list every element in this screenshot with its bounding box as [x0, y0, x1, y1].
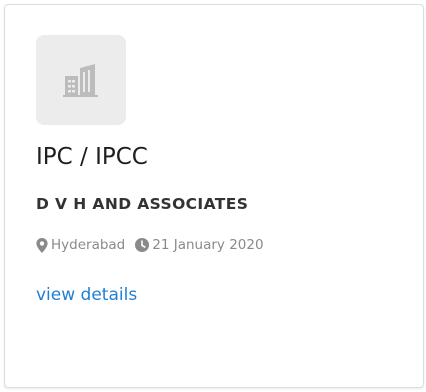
job-card: IPC / IPCC D V H AND ASSOCIATES Hyderaba…: [4, 4, 424, 388]
job-meta: Hyderabad 21 January 2020: [36, 237, 264, 253]
clock-icon: [135, 238, 150, 252]
job-location: Hyderabad: [51, 237, 126, 253]
company-name: D V H AND ASSOCIATES: [36, 195, 249, 213]
job-title: IPC / IPCC: [36, 144, 148, 170]
map-marker-icon: [36, 237, 48, 253]
company-logo: [36, 35, 126, 125]
view-details-link[interactable]: view details: [36, 283, 137, 307]
job-date: 21 January 2020: [152, 237, 264, 253]
building-icon: [63, 64, 98, 97]
